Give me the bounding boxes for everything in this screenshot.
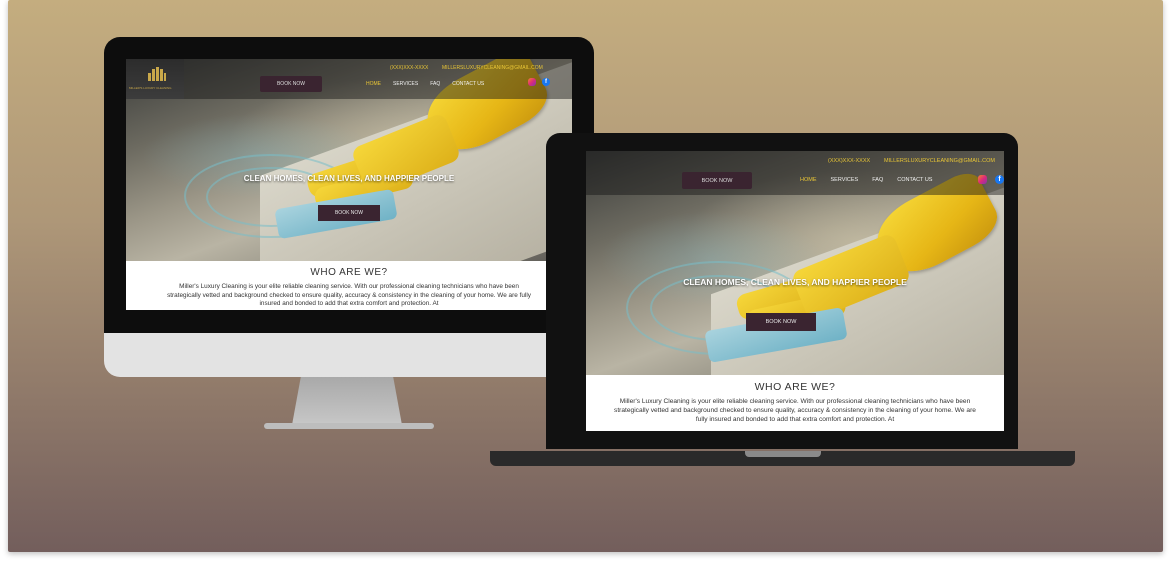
- laptop: (XXX)XXX-XXXX MILLERSLUXURYCLEANING@GMAI…: [490, 133, 1075, 468]
- hero-book-now-button[interactable]: BOOK NOW: [318, 205, 380, 221]
- instagram-icon[interactable]: [978, 175, 987, 184]
- mockup-background: (XXX)XXX-XXXX MILLERSLUXURYCLEANING@GMAI…: [8, 0, 1163, 552]
- facebook-icon[interactable]: f: [995, 175, 1004, 184]
- facebook-icon[interactable]: f: [542, 78, 550, 86]
- about-heading: WHO ARE WE?: [754, 381, 836, 393]
- laptop-trackpad-notch: [745, 451, 821, 457]
- header-book-now-button[interactable]: BOOK NOW: [682, 172, 752, 189]
- nav-faq[interactable]: FAQ: [872, 177, 883, 183]
- instagram-icon[interactable]: [528, 78, 536, 86]
- social-links: f: [978, 175, 1004, 184]
- header-phone[interactable]: (XXX)XXX-XXXX: [390, 65, 428, 71]
- laptop-website-screen: (XXX)XXX-XXXX MILLERSLUXURYCLEANING@GMAI…: [586, 151, 1004, 431]
- about-section: WHO ARE WE? Miller's Luxury Cleaning is …: [586, 375, 1004, 431]
- about-text: Miller's Luxury Cleaning is your elite r…: [167, 283, 531, 308]
- header-book-now-button[interactable]: BOOK NOW: [260, 76, 322, 92]
- nav-contact-us[interactable]: CONTACT US: [897, 177, 932, 183]
- about-text: Miller's Luxury Cleaning is your elite r…: [614, 398, 976, 423]
- nav-contact-us[interactable]: CONTACT US: [452, 81, 484, 87]
- nav-services[interactable]: SERVICES: [393, 81, 418, 87]
- site-logo[interactable]: MILLER'S LUXURY CLEANING: [126, 59, 184, 99]
- header-email[interactable]: MILLERSLUXURYCLEANING@GMAIL.COM: [442, 65, 543, 71]
- hero-book-now-button[interactable]: BOOK NOW: [746, 313, 816, 331]
- monitor-stand-foot: [264, 423, 434, 429]
- monitor-stand-neck: [292, 377, 402, 425]
- hero-tagline: CLEAN HOMES, CLEAN LIVES, AND HAPPIER PE…: [683, 277, 907, 287]
- header-email[interactable]: MILLERSLUXURYCLEANING@GMAIL.COM: [884, 158, 995, 164]
- main-nav: HOME SERVICES FAQ CONTACT US: [366, 81, 484, 87]
- nav-home[interactable]: HOME: [800, 177, 817, 183]
- nav-faq[interactable]: FAQ: [430, 81, 440, 87]
- nav-home[interactable]: HOME: [366, 81, 381, 87]
- nav-services[interactable]: SERVICES: [831, 177, 859, 183]
- header-phone[interactable]: (XXX)XXX-XXXX: [828, 158, 870, 164]
- logo-text: MILLER'S LUXURY CLEANING: [129, 86, 172, 90]
- main-nav: HOME SERVICES FAQ CONTACT US: [800, 177, 932, 183]
- site-header: (XXX)XXX-XXXX MILLERSLUXURYCLEANING@GMAI…: [586, 151, 1004, 195]
- site-header: (XXX)XXX-XXXX MILLERSLUXURYCLEANING@GMAI…: [126, 59, 572, 99]
- social-links: f: [528, 78, 550, 86]
